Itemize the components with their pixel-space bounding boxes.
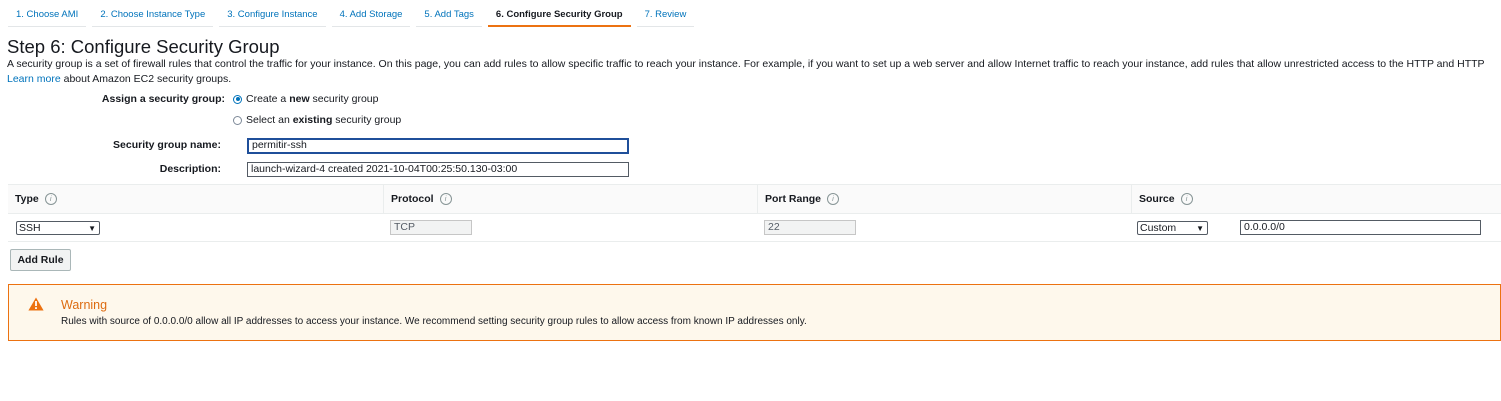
- security-group-name-input[interactable]: permitir-ssh: [247, 138, 629, 154]
- column-header-source: Source i: [1131, 185, 1501, 213]
- radio-select-existing[interactable]: Select an existing security group: [233, 114, 401, 126]
- chevron-down-icon: ▼: [1196, 224, 1204, 233]
- wizard-tabs: 1. Choose AMI 2. Choose Instance Type 3.…: [8, 4, 700, 27]
- info-icon[interactable]: i: [44, 193, 57, 205]
- chevron-down-icon: ▼: [88, 224, 96, 233]
- assign-security-group-label: Assign a security group:: [101, 93, 225, 105]
- page-title: Step 6: Configure Security Group: [7, 36, 280, 57]
- tab-choose-instance-type[interactable]: 2. Choose Instance Type: [92, 4, 214, 27]
- tab-review[interactable]: 7. Review: [636, 4, 695, 27]
- rule-protocol-field: TCP: [390, 220, 472, 235]
- warning-alert: Warning Rules with source of 0.0.0.0/0 a…: [8, 284, 1501, 341]
- warning-title: Warning: [61, 298, 108, 312]
- intro-paragraph: A security group is a set of firewall ru…: [7, 58, 1485, 70]
- intro-text: A security group is a set of firewall ru…: [7, 57, 1501, 86]
- radio-create-new-label: Create a new security group: [246, 93, 379, 105]
- tab-add-storage[interactable]: 4. Add Storage: [331, 4, 411, 27]
- table-row: SSH ▼ TCP 22 Custom ▼ 0.0.0.0/0: [8, 214, 1501, 242]
- warning-message: Rules with source of 0.0.0.0/0 allow all…: [61, 316, 807, 327]
- radio-create-new-indicator[interactable]: [233, 94, 242, 104]
- info-icon[interactable]: i: [1180, 193, 1193, 205]
- tab-configure-instance[interactable]: 3. Configure Instance: [219, 4, 326, 27]
- intro-tail-text: about Amazon EC2 security groups.: [60, 72, 232, 85]
- description-input[interactable]: launch-wizard-4 created 2021-10-04T00:25…: [247, 162, 629, 177]
- column-header-type: Type i: [8, 185, 383, 213]
- radio-select-existing-label: Select an existing security group: [246, 114, 402, 126]
- tab-add-tags[interactable]: 5. Add Tags: [416, 4, 482, 27]
- column-header-protocol: Protocol i: [383, 185, 757, 213]
- description-label: Description:: [159, 163, 221, 175]
- add-rule-button[interactable]: Add Rule: [10, 249, 71, 271]
- rules-table-header: Type i Protocol i Port Range i Source i: [8, 184, 1501, 214]
- info-icon[interactable]: i: [439, 193, 452, 205]
- tab-configure-security-group[interactable]: 6. Configure Security Group: [487, 4, 631, 27]
- warning-triangle-icon: [28, 297, 44, 311]
- intro-second-line: Learn more about Amazon EC2 security gro…: [7, 72, 1501, 87]
- column-header-port-range: Port Range i: [757, 185, 1131, 213]
- rule-port-range-field: 22: [764, 220, 856, 235]
- radio-select-existing-indicator[interactable]: [233, 115, 242, 125]
- rule-type-select[interactable]: SSH ▼: [16, 221, 100, 235]
- learn-more-link[interactable]: Learn more: [7, 73, 61, 85]
- rule-source-cidr-input[interactable]: 0.0.0.0/0: [1240, 220, 1481, 235]
- tab-choose-ami[interactable]: 1. Choose AMI: [8, 4, 87, 27]
- info-icon[interactable]: i: [827, 193, 840, 205]
- rule-source-select[interactable]: Custom ▼: [1137, 221, 1208, 235]
- security-group-name-label: Security group name:: [113, 139, 221, 151]
- radio-create-new[interactable]: Create a new security group: [233, 93, 379, 105]
